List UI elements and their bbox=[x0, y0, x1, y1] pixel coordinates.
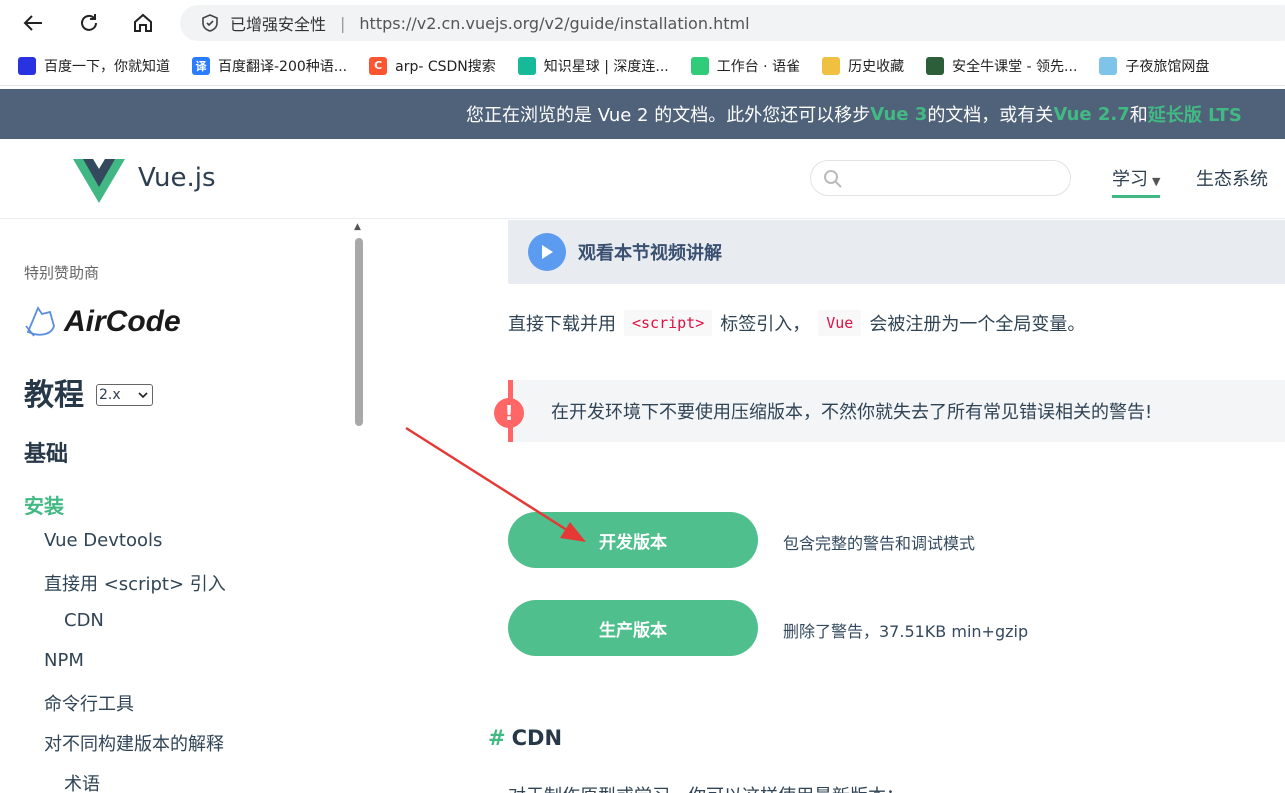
aqniu-icon bbox=[926, 56, 945, 75]
warning-callout: ! 在开发环境下不要使用压缩版本，不然你就失去了所有常见错误相关的警告! bbox=[494, 380, 1285, 442]
search-box[interactable] bbox=[810, 160, 1071, 196]
play-icon bbox=[528, 233, 566, 271]
bookmark-label: 安全牛课堂 - 领先... bbox=[952, 58, 1078, 75]
intro-text-3: 会被注册为一个全局变量。 bbox=[869, 314, 1086, 335]
browser-toolbar: 已增强安全性 | https://v2.cn.vuejs.org/v2/guid… bbox=[0, 0, 1285, 46]
translate-icon: 译 bbox=[192, 56, 210, 75]
nav-eco-label: 生态系统 bbox=[1196, 169, 1268, 190]
bookmark-item[interactable]: 工作台 · 语雀 bbox=[690, 56, 801, 76]
bookmarks-bar: 百度一下，你就知道 译百度翻译-200种语... Carp- CSDN搜索 知识星球 … bbox=[0, 46, 1285, 86]
search-input[interactable] bbox=[849, 167, 1059, 189]
address-bar[interactable]: 已增强安全性 | https://v2.cn.vuejs.org/v2/guid… bbox=[180, 5, 1285, 41]
sidebar-item[interactable]: CDN bbox=[64, 610, 104, 631]
nav-ecosystem[interactable]: 生态系统 bbox=[1196, 165, 1268, 191]
intro-text-2: 标签引入， bbox=[720, 314, 811, 335]
chevron-down-icon: ▼ bbox=[1152, 175, 1161, 188]
intro-text-1: 直接下载并用 bbox=[508, 314, 616, 335]
address-separator: | bbox=[340, 13, 346, 33]
prod-version-label: 生产版本 bbox=[599, 620, 667, 641]
yuque-icon bbox=[690, 56, 709, 75]
sidebar-item[interactable]: 对不同构建版本的解释 bbox=[44, 730, 224, 756]
sidebar-item[interactable]: 命令行工具 bbox=[44, 690, 134, 716]
sidebar-item[interactable]: NPM bbox=[44, 650, 84, 671]
search-icon bbox=[824, 170, 842, 188]
video-label: 观看本节视频讲解 bbox=[578, 243, 722, 264]
sponsor-name: AirCode bbox=[64, 305, 181, 338]
shield-icon bbox=[202, 14, 218, 32]
scroll-up-arrow-icon[interactable]: ▲ bbox=[354, 222, 361, 232]
code-vue: Vue bbox=[818, 310, 862, 336]
bookmark-label: 子夜旅馆网盘 bbox=[1125, 58, 1210, 75]
bookmark-item[interactable]: 安全牛课堂 - 领先... bbox=[926, 56, 1077, 76]
chevron-down-icon bbox=[138, 392, 148, 399]
tutorial-title: 教程 bbox=[24, 378, 84, 413]
bookmark-item[interactable]: 译百度翻译-200种语... bbox=[192, 56, 347, 76]
dev-version-label: 开发版本 bbox=[599, 532, 667, 553]
back-arrow-icon bbox=[23, 15, 42, 31]
nav-learn[interactable]: 学习 ▼ bbox=[1112, 165, 1161, 198]
prod-version-button[interactable]: 生产版本 bbox=[508, 600, 758, 656]
warning-text: 在开发环境下不要使用压缩版本，不然你就失去了所有常见错误相关的警告! bbox=[551, 402, 1153, 423]
dev-version-button[interactable]: 开发版本 bbox=[508, 512, 758, 568]
reload-button[interactable] bbox=[74, 8, 104, 38]
back-button[interactable] bbox=[18, 8, 48, 38]
banner-text-3: 和 bbox=[1129, 105, 1148, 126]
anchor-hash-icon[interactable]: # bbox=[488, 726, 506, 750]
nav-learn-label: 学习 bbox=[1112, 169, 1148, 190]
csdn-icon: C bbox=[369, 56, 388, 75]
folder-icon bbox=[822, 56, 841, 75]
aircode-cat-icon bbox=[25, 306, 55, 337]
sidebar-item[interactable]: 术语 bbox=[64, 770, 100, 793]
version-select[interactable]: 2.x bbox=[96, 384, 153, 406]
code-script-tag: <script> bbox=[624, 310, 713, 336]
bookmark-label: arp- CSDN搜索 bbox=[395, 58, 496, 75]
banner-text-2: 的文档，或有关 bbox=[927, 105, 1054, 126]
reload-icon bbox=[81, 14, 97, 31]
site-brand[interactable]: Vue.js bbox=[138, 163, 216, 193]
home-icon bbox=[134, 13, 152, 32]
sponsor-logo[interactable]: AirCode bbox=[24, 304, 181, 340]
home-button[interactable] bbox=[128, 8, 158, 38]
version-banner: 您正在浏览的是 Vue 2 的文档。此外您还可以移步 Vue 3 的文档，或有关… bbox=[0, 89, 1285, 139]
baidu-paw-icon bbox=[18, 56, 36, 75]
version-value: 2.x bbox=[99, 387, 121, 403]
cdn-heading: # CDN bbox=[488, 726, 562, 750]
security-label: 已增强安全性 bbox=[230, 15, 327, 34]
bookmark-item[interactable]: 百度一下，你就知道 bbox=[18, 56, 170, 76]
sidebar-item[interactable]: 直接用 <script> 引入 bbox=[44, 570, 226, 596]
section-title: 基础 bbox=[24, 442, 69, 467]
banner-link-vue27[interactable]: Vue 2.7 bbox=[1053, 104, 1129, 125]
bookmark-item[interactable]: 子夜旅馆网盘 bbox=[1099, 56, 1209, 76]
bookmark-label: 历史收藏 bbox=[848, 58, 905, 75]
banner-text-1: 您正在浏览的是 Vue 2 的文档。此外您还可以移步 bbox=[466, 105, 871, 126]
bookmark-label: 百度一下，你就知道 bbox=[44, 58, 170, 75]
url-text[interactable]: https://v2.cn.vuejs.org/v2/guide/install… bbox=[359, 14, 749, 33]
bookmark-item[interactable]: 历史收藏 bbox=[822, 56, 904, 76]
sidebar-item[interactable]: 安装 bbox=[24, 490, 64, 519]
bookmark-label: 百度翻译-200种语... bbox=[218, 58, 348, 75]
bookmark-item[interactable]: Carp- CSDN搜索 bbox=[369, 56, 496, 76]
sponsor-label: 特别赞助商 bbox=[24, 264, 100, 282]
cloud-disk-icon bbox=[1099, 56, 1118, 75]
cdn-paragraph: 对于制作原型或学习，你可以这样使用最新版本： bbox=[508, 782, 904, 793]
video-callout[interactable]: 观看本节视频讲解 bbox=[508, 220, 1285, 284]
prod-version-desc: 删除了警告，37.51KB min+gzip bbox=[783, 622, 1029, 641]
sidebar-scrollbar-thumb[interactable] bbox=[355, 238, 363, 426]
intro-paragraph: 直接下载并用 <script> 标签引入， Vue 会被注册为一个全局变量。 bbox=[508, 310, 1085, 336]
cdn-heading-text: CDN bbox=[511, 726, 563, 750]
bookmark-label: 知识星球 | 深度连... bbox=[543, 58, 669, 75]
banner-link-lts[interactable]: 延长版 LTS bbox=[1148, 101, 1242, 127]
sidebar: 特别赞助商 AirCode 教程 2.x 基础 安装 Vue Devtools 直接… bbox=[0, 220, 370, 793]
vue-logo-icon[interactable] bbox=[73, 159, 125, 203]
warning-icon: ! bbox=[494, 398, 524, 428]
site-header: Vue.js 学习 ▼ 生态系统 bbox=[0, 139, 1285, 219]
banner-link-vue3[interactable]: Vue 3 bbox=[870, 104, 927, 125]
dev-version-desc: 包含完整的警告和调试模式 bbox=[783, 534, 976, 553]
bookmark-item[interactable]: 知识星球 | 深度连... bbox=[517, 56, 669, 76]
sidebar-item[interactable]: Vue Devtools bbox=[44, 530, 162, 551]
bookmark-label: 工作台 · 语雀 bbox=[716, 58, 801, 75]
zsxq-icon bbox=[517, 56, 536, 75]
main-content: 观看本节视频讲解 直接下载并用 <script> 标签引入， Vue 会被注册为… bbox=[370, 220, 1285, 793]
